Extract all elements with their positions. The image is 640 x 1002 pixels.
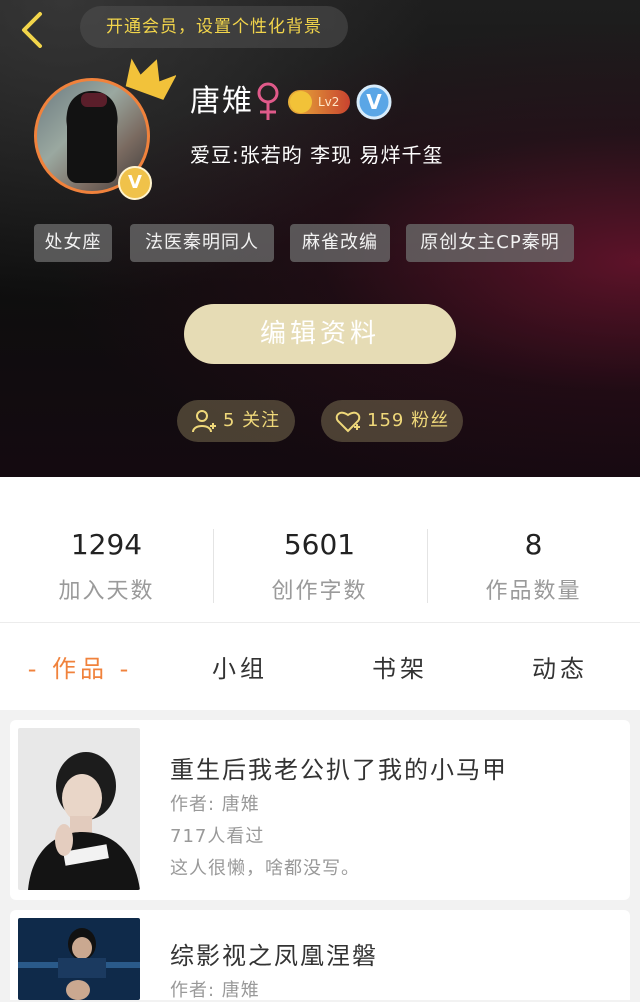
- stat-label: 作品数量: [485, 579, 582, 604]
- vip-banner[interactable]: 开通会员，设置个性化背景: [80, 6, 348, 48]
- stat-word-count: 5601 创作字数: [213, 477, 426, 622]
- follow-count: 5 关注: [223, 410, 281, 431]
- tab-groups[interactable]: 小组: [160, 623, 320, 711]
- work-views: 717人看过: [170, 826, 265, 847]
- avatar-vip-badge: V: [118, 166, 152, 200]
- tag-item[interactable]: 原创女主CP秦明: [406, 224, 574, 262]
- level-badge: Lv2: [288, 90, 350, 114]
- tab-activity[interactable]: 动态: [480, 623, 640, 711]
- work-author: 作者: 唐雉: [170, 980, 260, 1001]
- work-cover-image: [18, 728, 140, 890]
- work-cover-image: [18, 918, 140, 1000]
- verified-mark: V: [366, 90, 382, 114]
- follow-button[interactable]: 5 关注: [177, 400, 295, 442]
- work-card[interactable]: 综影视之凤凰涅磐 作者: 唐雉: [10, 910, 630, 1001]
- level-crown-icon: [290, 91, 312, 113]
- avatar-bow: [81, 93, 107, 107]
- work-author: 作者: 唐雉: [170, 794, 260, 815]
- verified-icon: V: [356, 84, 392, 120]
- work-title[interactable]: 重生后我老公扒了我的小马甲: [170, 750, 508, 785]
- tag-item[interactable]: 法医秦明同人: [130, 224, 274, 262]
- stat-value: 5601: [283, 528, 356, 561]
- add-user-icon: [192, 410, 216, 433]
- stat-value: 8: [524, 528, 543, 561]
- stats-bar: 1294 加入天数 5601 创作字数 8 作品数量: [0, 477, 640, 622]
- female-icon: [257, 82, 279, 120]
- stat-value: 1294: [70, 528, 143, 561]
- tab-works[interactable]: - 作品 -: [0, 623, 160, 711]
- tab-bar: - 作品 - 小组 书架 动态: [0, 622, 640, 710]
- stat-label: 创作字数: [271, 579, 368, 604]
- tag-item[interactable]: 麻雀改编: [290, 224, 390, 262]
- idols-line: 爱豆:张若昀 李现 易烊千玺: [190, 143, 444, 167]
- username: 唐雉: [190, 84, 254, 119]
- tab-bookshelf[interactable]: 书架: [320, 623, 480, 711]
- profile-header: 开通会员，设置个性化背景 V 唐雉 Lv2 V 爱豆:张若昀 李现 易烊千玺 处…: [0, 0, 640, 477]
- work-description: 这人很懒，啥都没写。: [170, 858, 360, 879]
- stat-works-count: 8 作品数量: [427, 477, 640, 622]
- work-title[interactable]: 综影视之凤凰涅磐: [170, 936, 378, 971]
- level-text: Lv2: [318, 95, 340, 109]
- tag-item[interactable]: 处女座: [34, 224, 112, 262]
- edit-profile-button[interactable]: 编辑资料: [184, 304, 456, 364]
- crown-icon: [125, 58, 176, 100]
- fans-button[interactable]: 159 粉丝: [321, 400, 463, 442]
- work-card[interactable]: 重生后我老公扒了我的小马甲 作者: 唐雉 717人看过 这人很懒，啥都没写。: [10, 720, 630, 900]
- heart-icon: [335, 411, 361, 433]
- stat-join-days: 1294 加入天数: [0, 477, 213, 622]
- fans-count: 159 粉丝: [367, 410, 450, 431]
- back-arrow-icon[interactable]: [14, 8, 54, 48]
- stat-label: 加入天数: [58, 579, 155, 604]
